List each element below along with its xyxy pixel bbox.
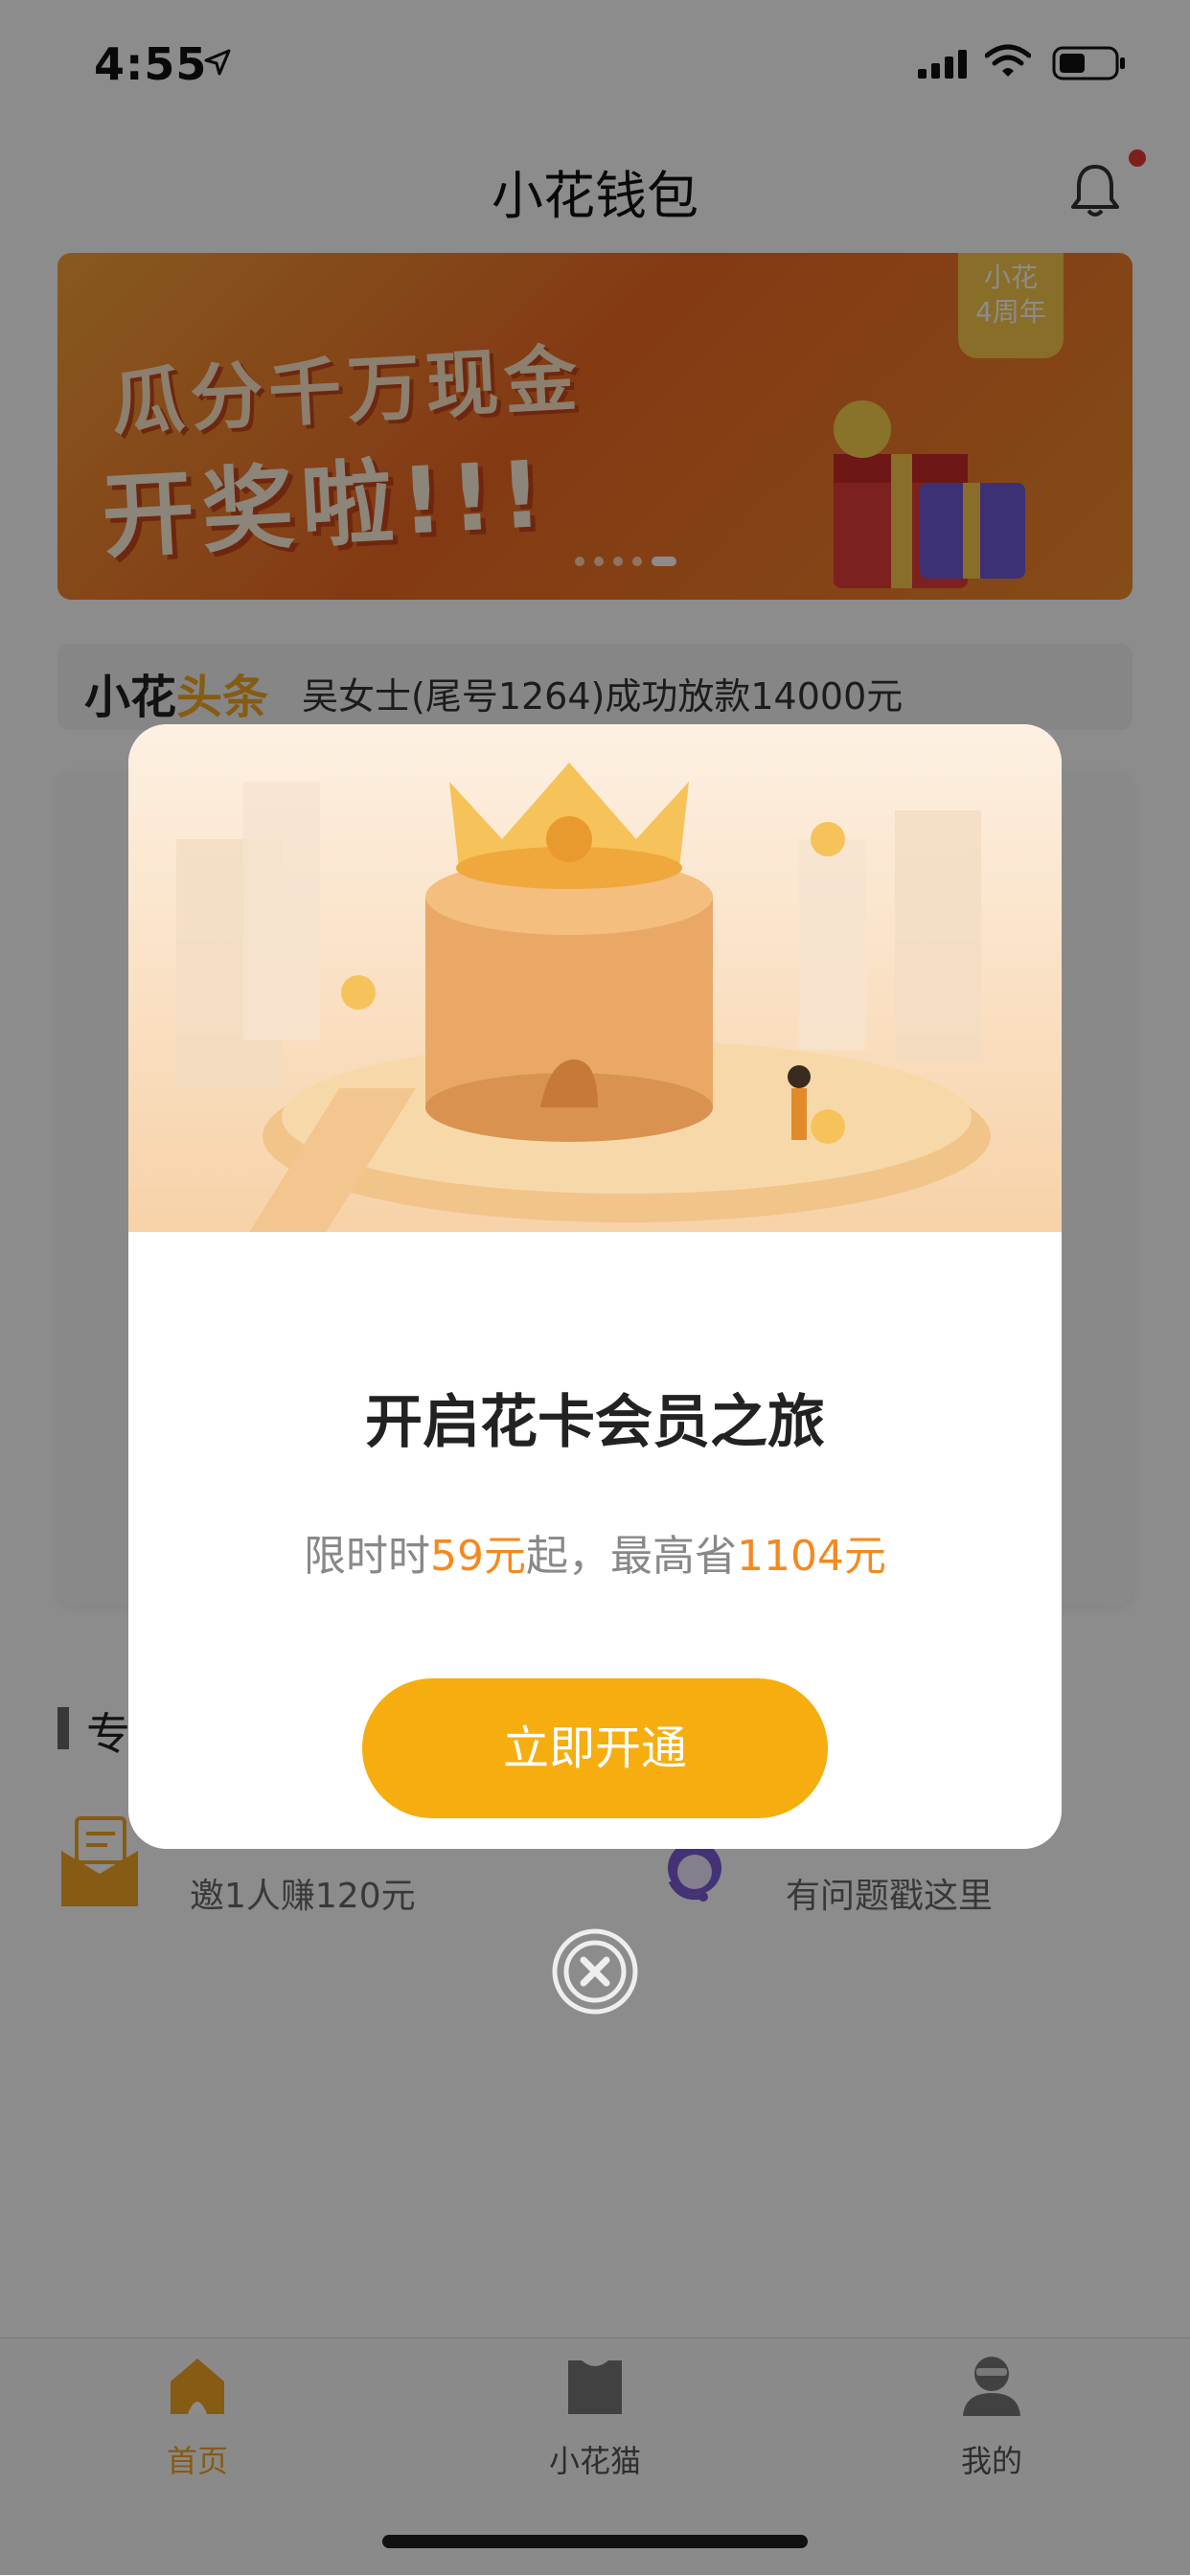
crown-illustration — [128, 724, 1062, 1242]
modal-description: 限时时59元起，最高省1104元 — [128, 1521, 1062, 1583]
desc-price: 59元 — [430, 1532, 526, 1581]
membership-modal: 开启花卡会员之旅 限时时59元起，最高省1104元 立即开通 — [128, 724, 1062, 1849]
activate-button[interactable]: 立即开通 — [362, 1678, 828, 1818]
close-icon[interactable] — [551, 1927, 639, 2016]
desc-part-1: 限时时 — [304, 1532, 430, 1581]
modal-title: 开启花卡会员之旅 — [365, 1389, 825, 1456]
desc-save: 1104元 — [737, 1532, 886, 1581]
home-indicator — [382, 2535, 808, 2548]
crown-tower-icon — [176, 763, 991, 1242]
desc-part-2: 起，最高省 — [526, 1532, 737, 1581]
